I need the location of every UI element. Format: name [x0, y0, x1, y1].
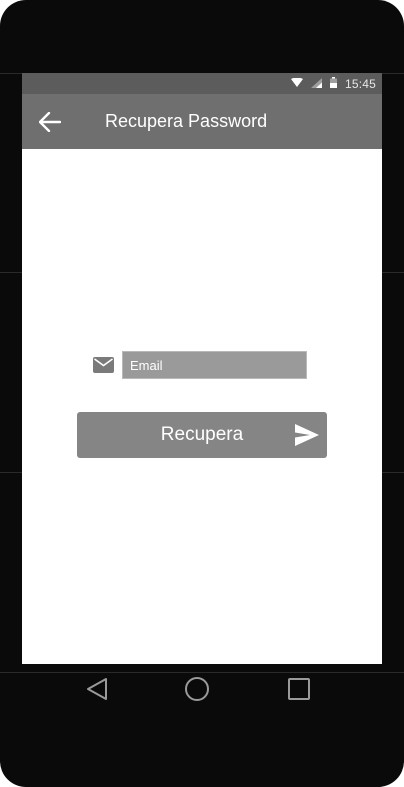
nav-recents-icon[interactable] — [282, 672, 316, 706]
email-field[interactable] — [122, 351, 307, 379]
nav-back-icon[interactable] — [80, 672, 114, 706]
email-row — [92, 351, 307, 379]
status-icons: 15:45 — [290, 73, 376, 94]
signal-icon — [310, 75, 322, 93]
mail-icon — [92, 356, 114, 374]
app-screen: 15:45 Recupera Password Recupera — [22, 73, 382, 664]
system-nav-bar — [0, 664, 404, 712]
send-icon — [294, 422, 320, 448]
nav-home-icon[interactable] — [180, 672, 214, 706]
recover-button-label: Recupera — [160, 424, 244, 445]
battery-icon — [329, 75, 337, 93]
app-bar: Recupera Password — [22, 94, 382, 149]
recover-button[interactable]: Recupera — [77, 412, 327, 458]
page-title: Recupera Password — [105, 111, 268, 131]
phone-frame: 15:45 Recupera Password Recupera — [0, 0, 404, 787]
status-time: 15:45 — [344, 76, 376, 91]
status-bar: 15:45 — [22, 73, 382, 94]
wifi-icon — [290, 75, 303, 93]
arrow-back-icon[interactable] — [36, 108, 64, 136]
